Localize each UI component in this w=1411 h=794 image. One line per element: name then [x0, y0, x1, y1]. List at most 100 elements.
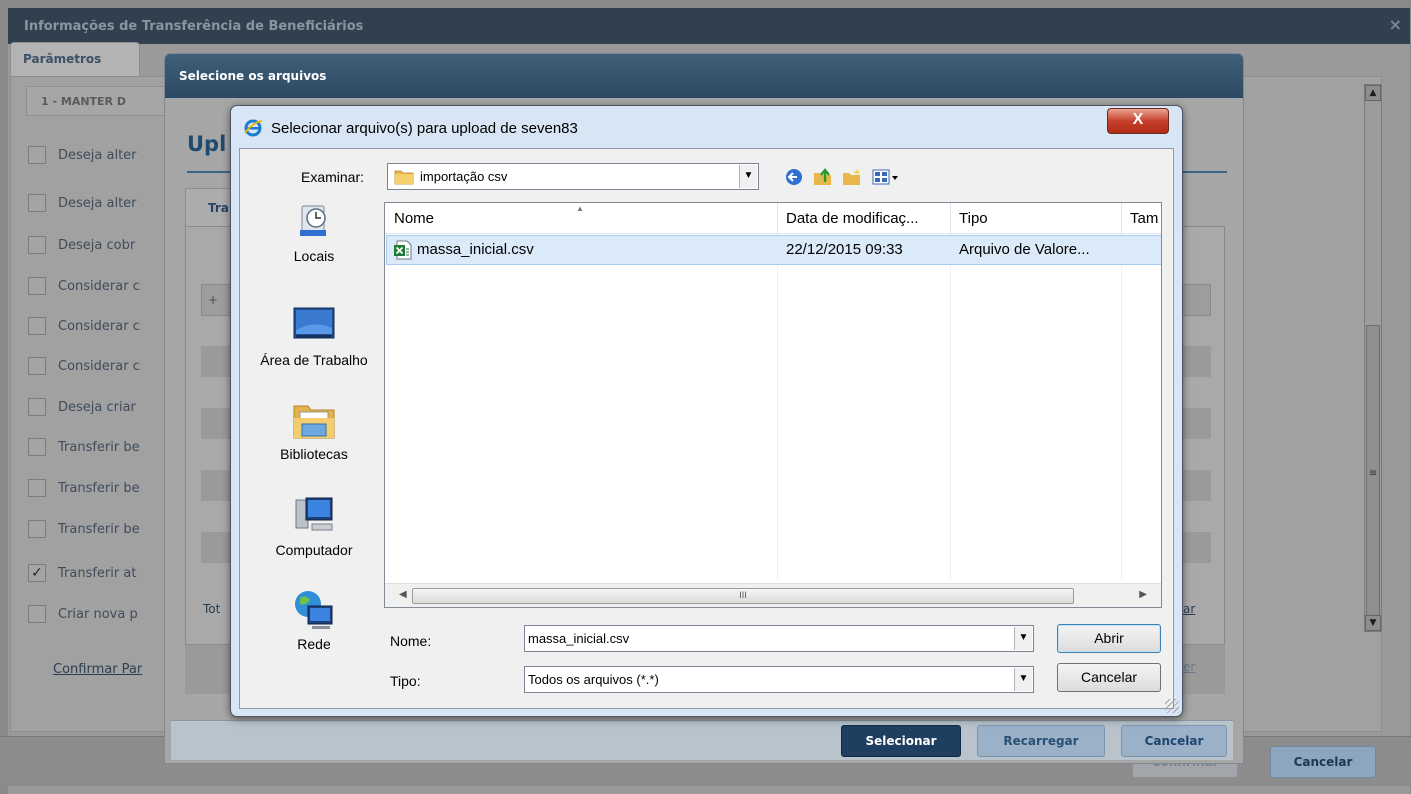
checkbox-label: Deseja cobr [58, 238, 136, 253]
horizontal-scroll-thumb[interactable]: III [412, 588, 1074, 604]
place-recent[interactable]: Locais [249, 200, 379, 265]
checkbox-row[interactable]: Considerar c [28, 277, 178, 297]
tab-label: Parâmetros [23, 52, 102, 66]
checkbox[interactable] [28, 605, 46, 623]
checkbox-row[interactable]: Criar nova p [28, 605, 178, 625]
tab-parametros[interactable]: Parâmetros [10, 42, 140, 76]
place-network[interactable]: Rede [249, 588, 379, 653]
checkbox-label: Transferir be [58, 522, 140, 537]
file-list[interactable]: ▲ Nome Data de modificaç... Tipo Tam mas… [384, 202, 1162, 608]
excel-csv-icon [394, 240, 412, 260]
scroll-up-icon[interactable]: ▲ [1365, 85, 1381, 101]
place-label: Área de Trabalho [260, 352, 368, 368]
view-menu-icon[interactable] [871, 167, 901, 187]
checkbox-row[interactable]: Deseja criar [28, 398, 178, 418]
place-computer[interactable]: Computador [249, 494, 379, 559]
chevron-down-icon[interactable]: ▼ [1014, 668, 1032, 691]
modal-header: Selecione os arquivos [165, 54, 1243, 98]
place-label: Rede [297, 636, 331, 652]
column-guide [1121, 234, 1122, 580]
modal-title: Selecione os arquivos [179, 69, 327, 83]
scroll-down-icon[interactable]: ▼ [1365, 615, 1381, 631]
confirm-parameters-link[interactable]: Confirmar Par [53, 662, 142, 677]
mode-select[interactable]: 1 - MANTER D [26, 86, 186, 116]
internet-explorer-icon [244, 119, 263, 137]
reload-button[interactable]: Recarregar [977, 725, 1105, 757]
checkbox-row[interactable]: Transferir be [28, 520, 178, 540]
up-folder-icon[interactable] [812, 167, 834, 187]
grid-link[interactable]: ar [1183, 602, 1195, 616]
column-guide [950, 234, 951, 580]
window-close-icon[interactable]: × [1389, 15, 1402, 34]
checkbox[interactable] [28, 146, 46, 164]
checkbox-checked[interactable]: ✓ [28, 564, 46, 582]
checkbox-row[interactable]: Deseja cobr [28, 236, 178, 256]
column-header-modified[interactable]: Data de modificaç... [786, 210, 919, 227]
file-modified: 22/12/2015 09:33 [786, 241, 903, 258]
checkbox[interactable] [28, 236, 46, 254]
column-divider[interactable] [1121, 203, 1122, 234]
chevron-down-icon[interactable]: ▼ [1014, 627, 1032, 650]
desktop-icon [293, 307, 335, 339]
checkbox[interactable] [28, 438, 46, 456]
look-in-combo[interactable]: importação csv ▼ [387, 163, 759, 190]
column-divider[interactable] [777, 203, 778, 234]
filename-label: Nome: [390, 633, 432, 649]
back-icon[interactable] [783, 167, 805, 187]
column-divider[interactable] [950, 203, 951, 234]
cancel-button[interactable]: Cancelar [1270, 746, 1376, 778]
recent-places-icon [300, 205, 326, 236]
place-libraries[interactable]: Bibliotecas [249, 398, 379, 463]
checkbox-row[interactable]: Deseja alter [28, 194, 178, 214]
checkbox[interactable] [28, 277, 46, 295]
network-icon [295, 591, 333, 629]
resize-grip[interactable] [1165, 699, 1179, 713]
column-header-name[interactable]: Nome [394, 210, 434, 227]
checkbox-row[interactable]: Considerar c [28, 317, 178, 337]
checkbox[interactable] [28, 317, 46, 335]
dialog-close-button[interactable]: X [1107, 108, 1169, 134]
folder-icon [394, 170, 414, 185]
scroll-right-icon[interactable]: ▶ [1139, 589, 1147, 600]
scroll-thumb[interactable]: ≡ [1366, 325, 1380, 625]
dialog-cancel-button[interactable]: Cancelar [1057, 663, 1161, 692]
checkbox[interactable] [28, 479, 46, 497]
checkbox-label: Transferir be [58, 440, 140, 455]
open-button[interactable]: Abrir [1057, 624, 1161, 653]
checkbox-label: Considerar c [58, 279, 140, 294]
column-header-type[interactable]: Tipo [959, 210, 988, 227]
scroll-left-icon[interactable]: ◀ [399, 589, 407, 600]
checkbox[interactable] [28, 398, 46, 416]
place-label: Computador [275, 542, 353, 558]
checkbox-label: Deseja alter [58, 196, 137, 211]
checkbox-label: Criar nova p [58, 607, 138, 622]
place-desktop[interactable]: Área de Trabalho [249, 304, 379, 369]
libraries-icon [293, 405, 335, 439]
file-name: massa_inicial.csv [417, 241, 534, 258]
checkbox[interactable] [28, 357, 46, 375]
column-guide [777, 234, 778, 580]
checkbox-row[interactable]: Deseja alter [28, 146, 178, 166]
window-titlebar: Informações de Transferência de Benefici… [8, 8, 1410, 44]
vertical-scrollbar[interactable]: ▲ ≡ ▼ [1364, 84, 1382, 632]
column-header-size[interactable]: Tam [1130, 210, 1158, 227]
new-folder-icon[interactable] [841, 167, 863, 187]
horizontal-scrollbar[interactable]: ◀ III ▶ [385, 583, 1161, 607]
add-icon[interactable]: + [208, 293, 218, 307]
footer-link[interactable]: er [1183, 660, 1195, 674]
checkbox-label: Transferir at [58, 566, 137, 581]
checkbox-row[interactable]: Transferir be [28, 479, 178, 499]
checkbox-row[interactable]: ✓ Transferir at [28, 564, 178, 584]
tab-label: Tra [208, 201, 229, 215]
place-label: Locais [293, 248, 335, 264]
checkbox[interactable] [28, 194, 46, 212]
checkbox-row[interactable]: Transferir be [28, 438, 178, 458]
computer-icon [295, 497, 333, 531]
checkbox-row[interactable]: Considerar c [28, 357, 178, 377]
filename-combo[interactable]: massa_inicial.csv ▼ [524, 625, 1034, 652]
filetype-select[interactable]: Todos os arquivos (*.*) ▼ [524, 666, 1034, 693]
select-button[interactable]: Selecionar [841, 725, 961, 757]
checkbox[interactable] [28, 520, 46, 538]
chevron-down-icon[interactable]: ▼ [739, 165, 757, 188]
modal-cancel-button[interactable]: Cancelar [1121, 725, 1227, 757]
